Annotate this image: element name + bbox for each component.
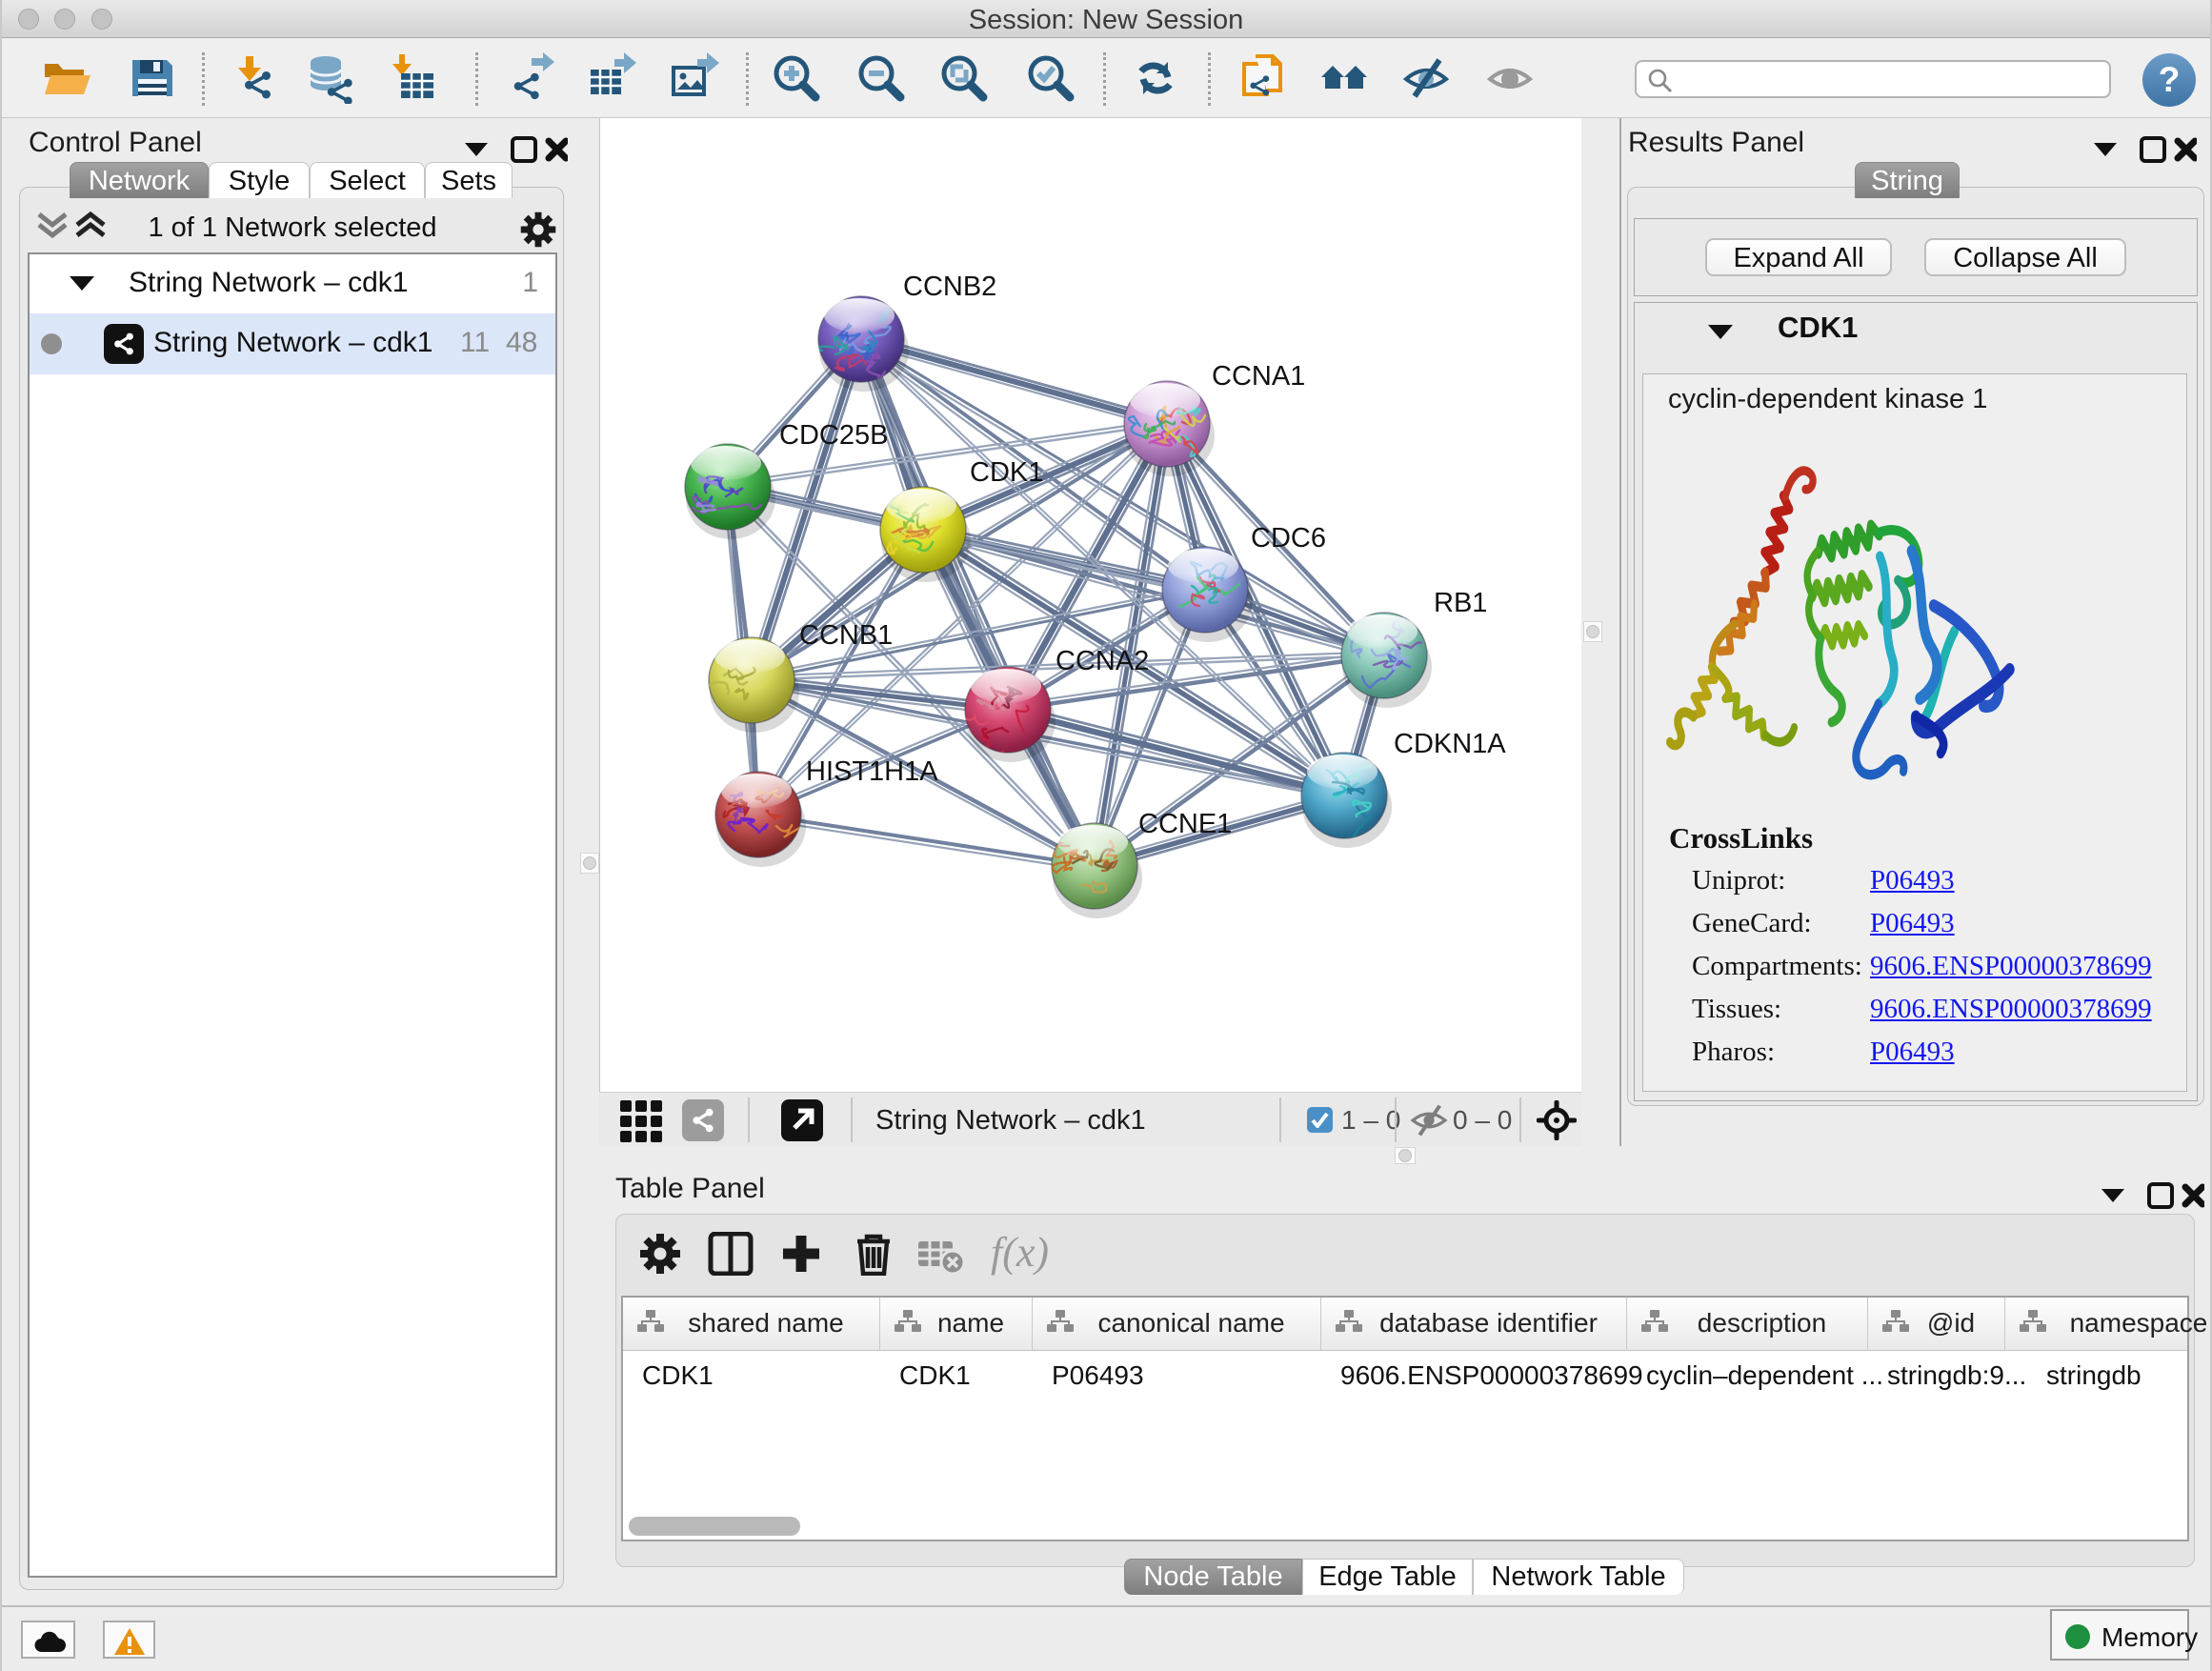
svg-text:CCNB1: CCNB1 — [799, 620, 893, 651]
svg-text:CDC25B: CDC25B — [779, 420, 888, 451]
svg-text:f(x): f(x) — [991, 1232, 1049, 1276]
svg-text:CDKN1A: CDKN1A — [1394, 729, 1506, 759]
svg-text:CDK1: CDK1 — [970, 457, 1043, 488]
svg-text:CDC6: CDC6 — [1251, 523, 1326, 554]
svg-text:CCNA1: CCNA1 — [1212, 361, 1305, 392]
svg-text:RB1: RB1 — [1434, 588, 1487, 618]
svg-text:HIST1H1A: HIST1H1A — [806, 756, 938, 787]
svg-text:CCNB2: CCNB2 — [903, 272, 996, 302]
svg-text:CCNE1: CCNE1 — [1138, 809, 1232, 839]
svg-text:CCNA2: CCNA2 — [1056, 646, 1149, 676]
